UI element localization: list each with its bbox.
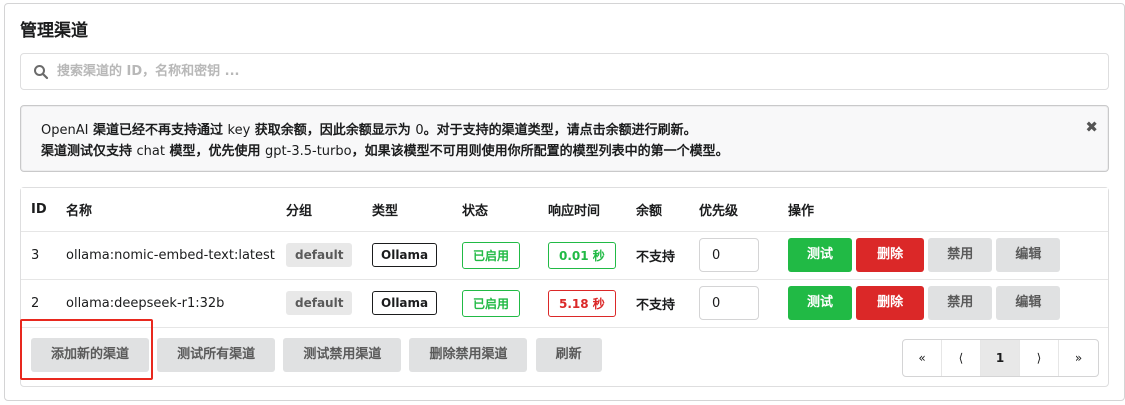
column-header-balance[interactable]: 余额 (626, 188, 689, 232)
table-header-row: ID 名称 分组 类型 状态 响应时间 余额 优先级 操作 (21, 188, 1108, 232)
group-cell: default (276, 231, 362, 280)
type-label: Ollama (372, 291, 438, 315)
channel-name: ollama:nomic-embed-text:latest (56, 231, 276, 280)
notice-text: chat (136, 144, 165, 159)
priority-cell (689, 231, 778, 280)
column-header-status[interactable]: 状态 (452, 188, 538, 232)
actions-cell: 测试 删除 禁用 编辑 (778, 279, 1108, 328)
response-time-badge[interactable]: 0.01 秒 (548, 241, 616, 269)
column-header-name[interactable]: 名称 (56, 188, 276, 232)
notice-text: 获取余额，因此余额显示为 (250, 123, 416, 138)
group-label: default (286, 243, 353, 267)
notice-text: 渠道测试仅支持 (41, 144, 137, 159)
priority-cell (689, 279, 778, 328)
pagination-last[interactable]: » (1059, 340, 1098, 376)
notice-text: key (227, 123, 251, 138)
status-badge: 已启用 (462, 241, 521, 269)
type-label: Ollama (372, 243, 438, 267)
type-cell: Ollama (362, 231, 452, 280)
channel-id: 2 (21, 279, 56, 328)
pagination-prev[interactable]: ⟨ (942, 340, 981, 376)
column-header-priority[interactable]: 优先级 (689, 188, 778, 232)
response-time-cell: 5.18 秒 (538, 279, 626, 328)
notice-text: gpt-3.5-turbo (265, 144, 352, 159)
pagination-next[interactable]: ⟩ (1020, 340, 1059, 376)
search-box[interactable] (20, 53, 1109, 90)
table-row: 2 ollama:deepseek-r1:32b default Ollama … (21, 279, 1108, 328)
column-header-group[interactable]: 分组 (276, 188, 362, 232)
notice-line-1: OpenAI 渠道已经不再支持通过 key 获取余额，因此余额显示为 0。对于支… (41, 120, 1088, 141)
notice-message: OpenAI 渠道已经不再支持通过 key 获取余额，因此余额显示为 0。对于支… (20, 105, 1109, 172)
status-cell: 已启用 (452, 279, 538, 328)
disable-button[interactable]: 禁用 (928, 238, 993, 272)
column-header-type[interactable]: 类型 (362, 188, 452, 232)
delete-button[interactable]: 删除 (856, 286, 925, 320)
group-cell: default (276, 279, 362, 328)
search-input[interactable] (57, 54, 1097, 89)
pagination-first[interactable]: « (903, 340, 942, 376)
add-channel-button[interactable]: 添加新的渠道 (31, 338, 150, 372)
type-cell: Ollama (362, 279, 452, 328)
channel-table: ID 名称 分组 类型 状态 响应时间 余额 优先级 操作 3 ollama:n… (21, 188, 1108, 328)
search-icon (34, 65, 49, 80)
test-all-channels-button[interactable]: 测试所有渠道 (157, 338, 276, 372)
response-time-badge[interactable]: 5.18 秒 (548, 289, 616, 317)
refresh-button[interactable]: 刷新 (535, 338, 602, 372)
channel-name: ollama:deepseek-r1:32b (56, 279, 276, 328)
notice-text: ，如果该模型不可用则使用你所配置的模型列表中的第一个模型。 (351, 144, 729, 159)
notice-text: 渠道已经不再支持通过 (88, 123, 228, 138)
balance-value[interactable]: 不支持 (626, 231, 689, 280)
column-header-id[interactable]: ID (21, 188, 56, 232)
close-icon[interactable]: ✖ (1085, 117, 1098, 138)
actions-cell: 测试 删除 禁用 编辑 (778, 231, 1108, 280)
delete-disabled-channels-button[interactable]: 删除禁用渠道 (409, 338, 528, 372)
column-header-response-time[interactable]: 响应时间 (538, 188, 626, 232)
priority-input[interactable] (699, 238, 759, 272)
table-row: 3 ollama:nomic-embed-text:latest default… (21, 231, 1108, 280)
delete-button[interactable]: 删除 (856, 238, 925, 272)
table-footer-actions: 添加新的渠道 测试所有渠道 测试禁用渠道 删除禁用渠道 刷新 (31, 338, 606, 372)
notice-text: 0 (415, 123, 424, 138)
column-header-actions: 操作 (778, 188, 1108, 232)
response-time-cell: 0.01 秒 (538, 231, 626, 280)
test-button[interactable]: 测试 (788, 238, 852, 272)
balance-value[interactable]: 不支持 (626, 279, 689, 328)
edit-button[interactable]: 编辑 (996, 238, 1061, 272)
channel-id: 3 (21, 231, 56, 280)
disable-button[interactable]: 禁用 (928, 286, 993, 320)
status-badge: 已启用 (462, 289, 521, 317)
notice-line-2: 渠道测试仅支持 chat 模型，优先使用 gpt-3.5-turbo，如果该模型… (41, 141, 1088, 162)
page-title: 管理渠道 (20, 21, 88, 41)
test-disabled-channels-button[interactable]: 测试禁用渠道 (283, 338, 402, 372)
notice-text: OpenAI (41, 123, 89, 138)
status-cell: 已启用 (452, 231, 538, 280)
pagination: « ⟨ 1 ⟩ » (902, 339, 1099, 377)
priority-input[interactable] (699, 286, 759, 320)
notice-text: 。对于支持的渠道类型，请点击余额进行刷新。 (423, 123, 697, 138)
notice-text: 模型，优先使用 (164, 144, 266, 159)
test-button[interactable]: 测试 (788, 286, 852, 320)
edit-button[interactable]: 编辑 (996, 286, 1061, 320)
pagination-current-page[interactable]: 1 (981, 340, 1020, 376)
group-label: default (286, 291, 353, 315)
